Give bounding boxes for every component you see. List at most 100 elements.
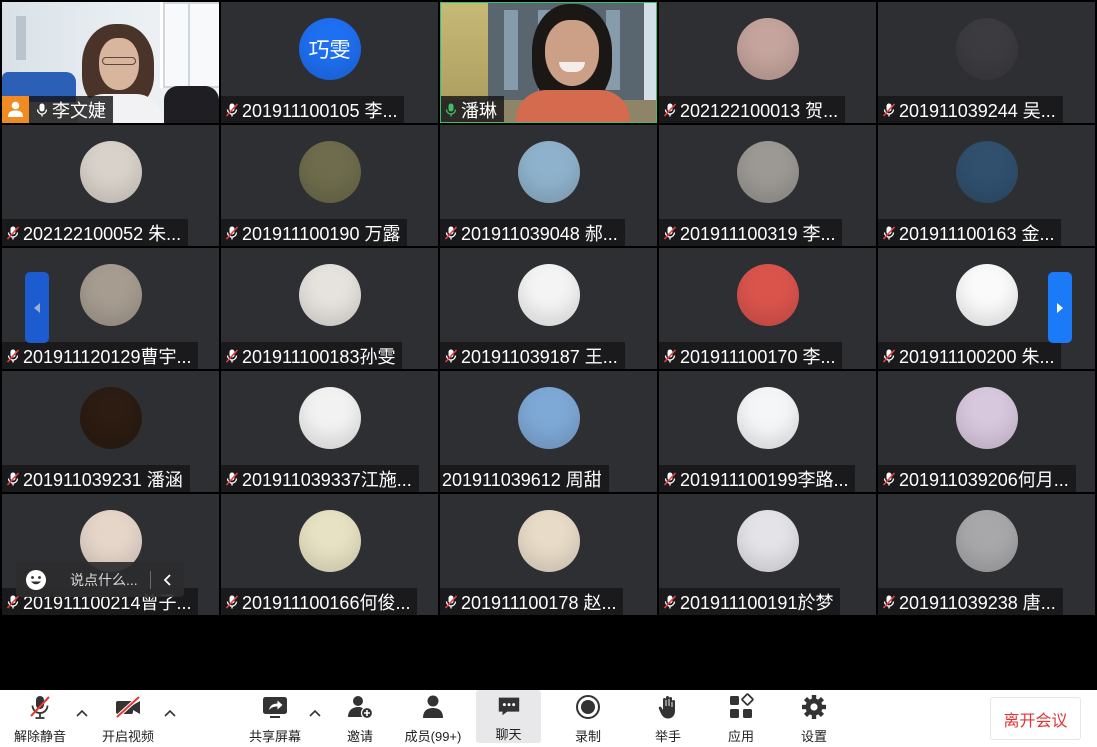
- mic-muted-icon: [444, 348, 458, 363]
- participant-tile[interactable]: 201911100183孙雯: [221, 248, 438, 369]
- leave-meeting-button[interactable]: 离开会议: [990, 697, 1081, 740]
- participant-name: 201911100199李路...: [680, 469, 849, 490]
- avatar: [517, 387, 580, 449]
- record-button[interactable]: 录制: [553, 690, 623, 747]
- participant-name-label: 202122100052 朱...: [2, 219, 189, 246]
- mic-muted-icon: [663, 102, 677, 117]
- chevron-up-icon[interactable]: [164, 709, 176, 717]
- mic-muted-icon: [225, 471, 239, 486]
- participant-tile[interactable]: 201911100166何俊...: [221, 494, 438, 615]
- participant-tile[interactable]: 202122100013 贺...: [659, 2, 876, 123]
- toolbar-label: 解除静音: [13, 729, 66, 744]
- participant-name: 201911039187 王...: [461, 346, 618, 367]
- participant-tile[interactable]: 202122100052 朱...: [2, 125, 219, 246]
- chat-button[interactable]: 聊天: [476, 690, 541, 743]
- members-button[interactable]: 成员(99+): [398, 690, 468, 747]
- participant-name-label: 201911100183孙雯: [221, 342, 403, 369]
- avatar: [298, 264, 361, 326]
- toolbar-label: 举手: [654, 729, 681, 744]
- toolbar-label: 成员(99+): [404, 729, 462, 744]
- participant-name-label: 201911039244 吴...: [878, 96, 1063, 123]
- arrow-right-icon: [1057, 302, 1063, 313]
- participant-tile[interactable]: 201911039187 王...: [440, 248, 657, 369]
- avatar: [955, 141, 1018, 203]
- mic-muted-icon: [882, 348, 896, 363]
- participant-name-label: 201911100163 金...: [878, 219, 1062, 246]
- participant-name: 201911039048 郝...: [461, 223, 618, 244]
- participant-name: 202122100013 贺...: [680, 100, 839, 121]
- quick-chat-bar[interactable]: 说点什么...: [16, 562, 184, 597]
- settings-button[interactable]: 设置: [779, 690, 849, 747]
- participant-name-label: 201911120129曹宇...: [2, 342, 199, 369]
- chevron-left-icon[interactable]: [161, 573, 175, 587]
- participant-tile[interactable]: 巧雯 201911100105 李...: [221, 2, 438, 123]
- mic-muted-icon: [6, 471, 20, 486]
- participant-name-label: 202122100013 贺...: [659, 96, 846, 123]
- mic-muted-icon: [882, 471, 896, 486]
- participant-tile[interactable]: 201911100319 李...: [659, 125, 876, 246]
- previous-page-button[interactable]: [25, 272, 49, 343]
- participant-name-label: 201911039187 王...: [440, 342, 625, 369]
- participant-name-label: 201911039231 潘涵: [2, 465, 190, 492]
- chevron-up-icon[interactable]: [309, 709, 321, 717]
- participant-tile[interactable]: 李文婕: [2, 2, 219, 123]
- avatar: [736, 264, 799, 326]
- participant-name: 201911100166何俊...: [242, 592, 411, 613]
- participant-tile[interactable]: 201911039337江施...: [221, 371, 438, 492]
- participant-name: 201911120129曹宇...: [23, 346, 192, 367]
- invite-button[interactable]: 邀请: [325, 690, 395, 747]
- chat-input[interactable]: 说点什么...: [70, 570, 144, 590]
- participant-name: 201911039238 唐...: [899, 592, 1056, 613]
- participant-name: 李文婕: [52, 100, 106, 121]
- mic-icon: [36, 103, 48, 116]
- participant-name: 201911100105 李...: [242, 100, 398, 121]
- divider: [150, 570, 151, 589]
- avatar: [517, 141, 580, 203]
- participant-name: 201911100183孙雯: [242, 346, 396, 367]
- wall-picture: [16, 16, 26, 60]
- mic-muted-icon: [444, 225, 458, 240]
- participant-name-label: 李文婕: [2, 96, 113, 123]
- participant-tile[interactable]: 201911100191於梦: [659, 494, 876, 615]
- avatar: [79, 387, 142, 449]
- participant-tile[interactable]: 201911100190 万露: [221, 125, 438, 246]
- host-icon: [2, 96, 29, 123]
- mic-muted-icon: [225, 225, 239, 240]
- participant-tile[interactable]: 201911100163 金...: [878, 125, 1095, 246]
- avatar: [736, 387, 799, 449]
- participant-tile[interactable]: 201911039206何月...: [878, 371, 1095, 492]
- record-icon: [576, 695, 600, 719]
- participant-name-label: 201911100319 李...: [659, 219, 843, 246]
- avatar: [955, 18, 1018, 80]
- participant-tile[interactable]: 201911100170 李...: [659, 248, 876, 369]
- raise-hand-button[interactable]: 举手: [633, 690, 703, 747]
- participant-shirt: [516, 90, 630, 123]
- mic-muted-icon: [6, 225, 20, 240]
- avatar: [298, 510, 361, 572]
- next-page-button[interactable]: [1048, 272, 1072, 343]
- participant-tile[interactable]: 201911039612 周甜: [440, 371, 657, 492]
- participant-tile[interactable]: 201911100199李路...: [659, 371, 876, 492]
- share-screen-button[interactable]: 共享屏幕: [240, 690, 310, 747]
- participant-tile[interactable]: 201911039048 郝...: [440, 125, 657, 246]
- unmute-button[interactable]: 解除静音: [5, 690, 75, 747]
- participant-tile[interactable]: 潘琳: [440, 2, 657, 123]
- participant-tile[interactable]: 201911039244 吴...: [878, 2, 1095, 123]
- share-screen-icon: [263, 697, 287, 718]
- participant-name: 201911039206何月...: [899, 469, 1069, 490]
- chevron-up-icon[interactable]: [76, 709, 88, 717]
- participant-tile[interactable]: 201911100178 赵...: [440, 494, 657, 615]
- start-video-button[interactable]: 开启视频: [93, 690, 163, 747]
- participant-tile[interactable]: 201911039231 潘涵: [2, 371, 219, 492]
- avatar: [79, 141, 142, 203]
- raise-hand-icon: [658, 696, 675, 719]
- participant-name: 潘琳: [461, 100, 497, 121]
- emoji-icon[interactable]: [25, 569, 47, 591]
- toolbar-label: 邀请: [346, 729, 373, 744]
- participant-name: 201911100191於梦: [680, 592, 834, 613]
- participant-tile[interactable]: 201911039238 唐...: [878, 494, 1095, 615]
- participant-name: 201911100319 李...: [680, 223, 836, 244]
- participant-name-label: 201911039612 周甜: [440, 465, 609, 492]
- apps-button[interactable]: 应用: [706, 690, 776, 747]
- apps-icon: [730, 693, 754, 718]
